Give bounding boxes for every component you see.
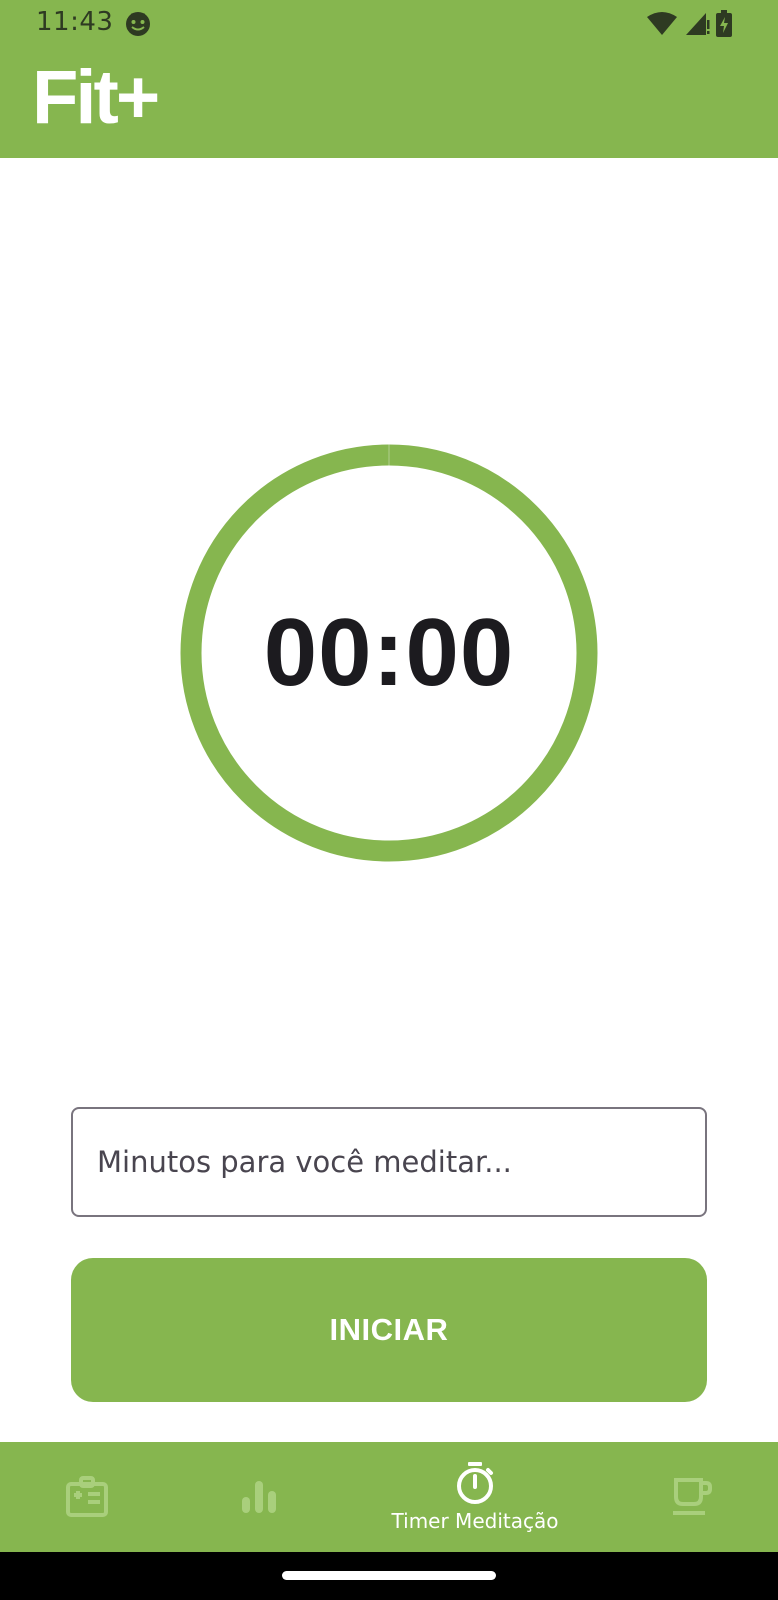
nav-item-health-card[interactable] <box>46 1442 128 1552</box>
coffee-cup-icon <box>669 1477 713 1517</box>
app-bar: Fit+ <box>0 48 778 158</box>
app-title: Fit+ <box>32 55 160 140</box>
status-bar: 11:43 <box>0 0 778 48</box>
bottom-nav: Timer Meditação <box>0 1442 778 1552</box>
minutes-input[interactable] <box>71 1107 707 1217</box>
wifi-icon <box>646 11 678 42</box>
home-gesture-handle[interactable] <box>282 1571 496 1580</box>
app-notification-icon <box>124 10 152 38</box>
bar-chart-icon <box>241 1479 277 1515</box>
nav-item-statistics[interactable] <box>218 1442 300 1552</box>
nav-label-timer-meditacao: Timer Meditação <box>391 1509 559 1533</box>
status-time: 11:43 <box>36 7 114 37</box>
timer-display: 00:00 <box>263 599 515 706</box>
timer-icon <box>455 1461 495 1505</box>
timer-ring: 00:00 <box>180 444 598 862</box>
nav-item-breaks[interactable] <box>650 1442 732 1552</box>
cell-signal-icon <box>684 11 710 42</box>
battery-charging-icon <box>716 10 732 43</box>
system-nav-bar <box>0 1552 778 1600</box>
start-button[interactable]: INICIAR <box>71 1258 707 1402</box>
nav-item-timer-meditacao[interactable]: Timer Meditação <box>385 1442 565 1552</box>
medical-card-icon <box>65 1476 109 1518</box>
